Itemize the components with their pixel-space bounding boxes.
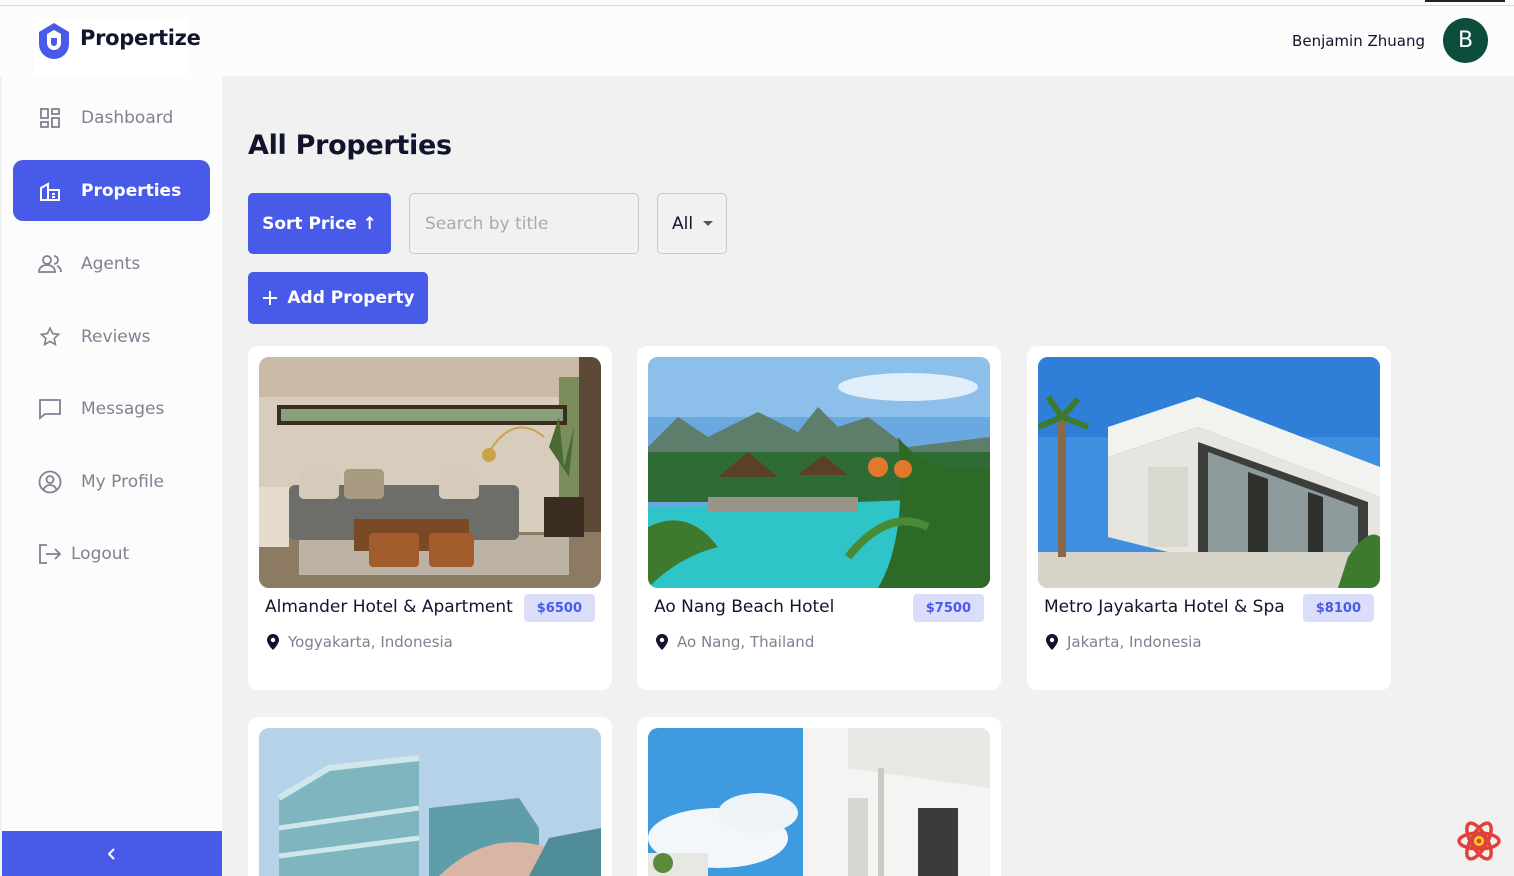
sort-price-button[interactable]: Sort Price ↑ — [248, 193, 391, 254]
location-pin-icon — [656, 634, 668, 650]
add-property-button[interactable]: Add Property — [248, 272, 428, 324]
sidebar-collapse-button[interactable] — [2, 831, 222, 876]
properties-icon — [37, 178, 63, 204]
sort-price-label: Sort Price ↑ — [262, 213, 377, 234]
window-indicator — [1425, 0, 1505, 2]
sidebar: Dashboard Properties Agents Reviews Mess… — [2, 76, 222, 876]
profile-icon — [37, 469, 63, 495]
sidebar-item-messages[interactable]: Messages — [13, 378, 210, 439]
sidebar-item-label: Agents — [81, 253, 141, 274]
user-name: Benjamin Zhuang — [1292, 31, 1425, 50]
property-image[interactable] — [259, 357, 601, 588]
property-card[interactable] — [637, 717, 1001, 876]
property-title: Almander Hotel & Apartment — [265, 597, 513, 617]
avatar[interactable]: B — [1443, 18, 1488, 63]
sidebar-item-label: Logout — [71, 543, 130, 564]
property-location: Jakarta, Indonesia — [1046, 633, 1202, 651]
star-icon — [37, 324, 63, 350]
property-price-badge: $8100 — [1302, 594, 1374, 622]
react-devtools-icon[interactable] — [1456, 818, 1502, 864]
sidebar-item-label: Reviews — [81, 326, 151, 347]
sidebar-item-my-profile[interactable]: My Profile — [13, 451, 210, 512]
dashboard-icon — [37, 105, 63, 131]
property-location-text: Jakarta, Indonesia — [1067, 633, 1202, 651]
logo-icon — [39, 23, 69, 59]
sidebar-item-reviews[interactable]: Reviews — [13, 306, 210, 367]
property-image[interactable] — [1038, 357, 1380, 588]
sidebar-item-label: Properties — [81, 180, 182, 201]
property-image[interactable] — [648, 357, 990, 588]
add-property-label: Add Property — [287, 288, 415, 308]
sidebar-item-dashboard[interactable]: Dashboard — [13, 87, 210, 148]
property-card[interactable]: Metro Jayakarta Hotel & Spa $8100 Jakart… — [1027, 346, 1391, 690]
search-input[interactable] — [409, 193, 639, 254]
property-title: Ao Nang Beach Hotel — [654, 597, 835, 617]
chevron-left-icon — [107, 847, 115, 860]
user-menu[interactable]: Benjamin Zhuang B — [1292, 18, 1488, 63]
property-location: Yogyakarta, Indonesia — [267, 633, 453, 651]
sidebar-item-agents[interactable]: Agents — [13, 233, 210, 294]
sidebar-item-label: Dashboard — [81, 107, 174, 128]
chat-icon — [37, 396, 63, 422]
sidebar-item-label: Messages — [81, 398, 165, 419]
app-name: Propertize — [80, 26, 201, 50]
property-title: Metro Jayakarta Hotel & Spa — [1044, 597, 1285, 617]
location-pin-icon — [267, 634, 279, 650]
sidebar-item-properties[interactable]: Properties — [13, 160, 210, 221]
filter-select[interactable]: All — [657, 193, 727, 254]
sidebar-item-label: My Profile — [81, 471, 164, 492]
location-pin-icon — [1046, 634, 1058, 650]
page-title: All Properties — [248, 130, 452, 161]
agents-icon — [37, 251, 63, 277]
top-header: Propertize Benjamin Zhuang B — [0, 6, 1514, 118]
property-card[interactable]: Almander Hotel & Apartment $6500 Yogyaka… — [248, 346, 612, 690]
sidebar-item-logout[interactable]: Logout — [13, 523, 210, 584]
property-image[interactable] — [259, 728, 601, 876]
property-image[interactable] — [648, 728, 990, 876]
filter-value: All — [672, 213, 694, 234]
caret-down-icon — [703, 221, 714, 226]
property-price-badge: $7500 — [912, 594, 984, 622]
plus-icon — [263, 291, 278, 305]
property-price-badge: $6500 — [523, 594, 595, 622]
property-card[interactable]: Ao Nang Beach Hotel $7500 Ao Nang, Thail… — [637, 346, 1001, 690]
property-card[interactable] — [248, 717, 612, 876]
property-location: Ao Nang, Thailand — [656, 633, 814, 651]
property-location-text: Ao Nang, Thailand — [677, 633, 815, 651]
logout-icon — [37, 541, 63, 567]
property-location-text: Yogyakarta, Indonesia — [288, 633, 453, 651]
